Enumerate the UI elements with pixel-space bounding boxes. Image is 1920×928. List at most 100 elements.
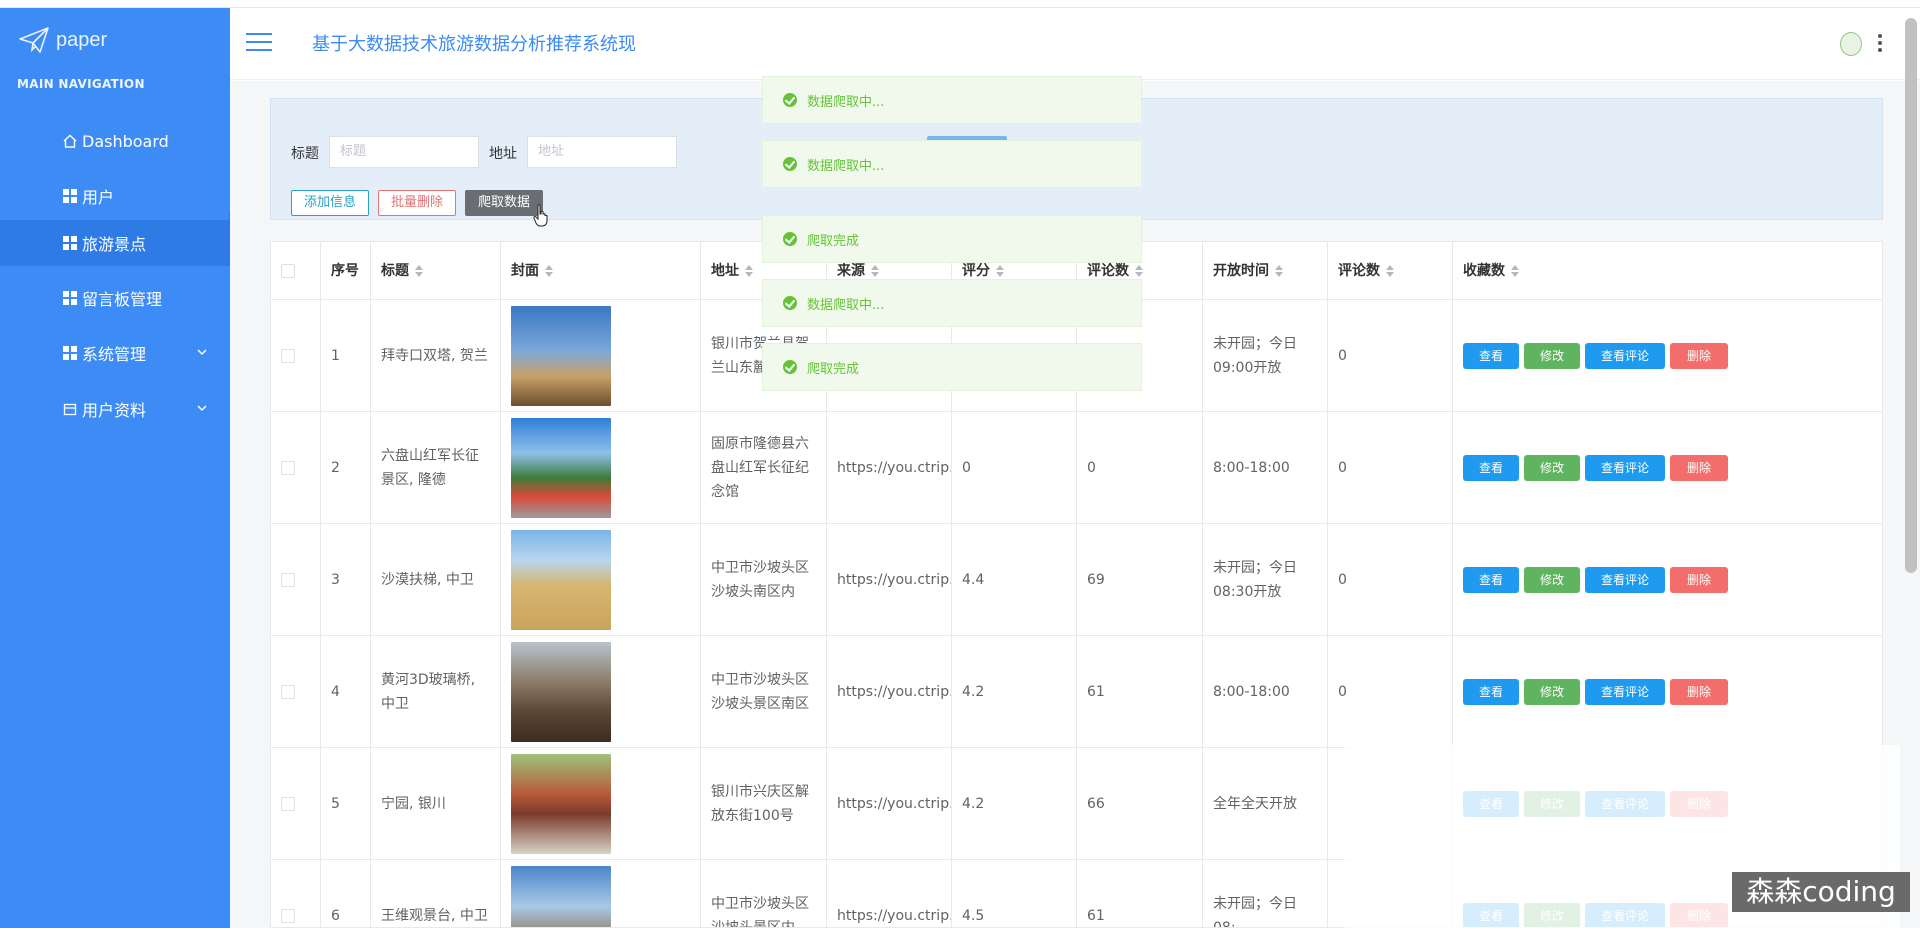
- chevron-down-icon: [197, 349, 207, 356]
- avatar[interactable]: [1840, 32, 1862, 56]
- cell-source: https://you.ctrip.com/sight/1184/1714930…: [827, 524, 952, 636]
- cover-image[interactable]: [511, 865, 611, 927]
- cell-value: 0: [1338, 459, 1347, 476]
- select-all-checkbox[interactable]: [281, 263, 295, 278]
- header-label: 封面: [511, 262, 539, 279]
- sidebar-item-message-board[interactable]: 留言板管理: [0, 275, 230, 321]
- top-border: [0, 0, 1920, 8]
- cell-open-time: 8:00-18:00: [1203, 636, 1328, 748]
- cover-image[interactable]: [511, 529, 611, 630]
- address-search-input[interactable]: 地址: [527, 136, 677, 168]
- cell-value: 中卫市沙坡头区沙坡头景区南区: [711, 671, 809, 712]
- edit-button[interactable]: 修改: [1524, 454, 1580, 481]
- cover-image[interactable]: [511, 753, 611, 854]
- cell-rating: 4.5: [952, 860, 1077, 927]
- cell-index: 4: [321, 636, 371, 748]
- cell-rating: 4.2: [952, 636, 1077, 748]
- row-checkbox[interactable]: [281, 460, 295, 475]
- row-checkbox[interactable]: [281, 572, 295, 587]
- cell-open-time: 未开园；今日08:: [1203, 860, 1328, 927]
- actions-cell: 查看修改查看评论删除: [1453, 636, 1882, 748]
- sidebar-item-attractions[interactable]: 旅游景点: [0, 220, 230, 266]
- cell-value: 宁园, 银川: [381, 795, 446, 812]
- sort-icon[interactable]: [1386, 264, 1394, 277]
- cover-cell: [501, 300, 701, 412]
- view-comments-button[interactable]: 查看评论: [1585, 678, 1665, 705]
- edit-button[interactable]: 修改: [1524, 678, 1580, 705]
- cover-cell: [501, 860, 701, 927]
- row-checkbox[interactable]: [281, 796, 295, 811]
- more-options-icon[interactable]: [1877, 34, 1883, 52]
- edit-button[interactable]: 修改: [1524, 342, 1580, 369]
- cell-index: 1: [321, 300, 371, 412]
- cell-value: https://you.ctrip.com/sight/1184/1714930…: [837, 571, 951, 588]
- header-cover[interactable]: 封面: [501, 242, 701, 300]
- row-actions: 查看修改查看评论删除: [1463, 566, 1728, 593]
- row-checkbox[interactable]: [281, 348, 295, 363]
- edit-button[interactable]: 修改: [1524, 566, 1580, 593]
- grid-icon: [63, 346, 77, 360]
- sort-icon[interactable]: [545, 264, 553, 277]
- sidebar-item-dashboard[interactable]: Dashboard: [0, 118, 230, 164]
- cell-value: 六盘山红军长征景区, 隆德: [381, 447, 479, 488]
- cell-index: 2: [321, 412, 371, 524]
- grid-icon: [63, 189, 77, 203]
- delete-button[interactable]: 删除: [1670, 342, 1728, 369]
- vertical-scrollbar[interactable]: [1905, 18, 1917, 573]
- header-open-time[interactable]: 开放时间: [1203, 242, 1328, 300]
- cell-value: 2: [331, 459, 340, 476]
- sort-icon[interactable]: [871, 264, 879, 277]
- view-comments-button[interactable]: 查看评论: [1585, 342, 1665, 369]
- toast-text: 数据爬取中...: [807, 297, 885, 313]
- cell-comments: 66: [1077, 748, 1203, 860]
- row-checkbox[interactable]: [281, 908, 295, 923]
- cell-value: 0: [1338, 683, 1347, 700]
- add-info-button[interactable]: 添加信息: [291, 190, 369, 216]
- view-comments-button[interactable]: 查看评论: [1585, 454, 1665, 481]
- sort-icon[interactable]: [415, 264, 423, 277]
- batch-delete-button[interactable]: 批量删除: [378, 190, 456, 216]
- view-comments-button[interactable]: 查看评论: [1585, 566, 1665, 593]
- header-reviews[interactable]: 评论数: [1328, 242, 1453, 300]
- view-button[interactable]: 查看: [1463, 454, 1519, 481]
- sidebar-item-system[interactable]: 系统管理: [0, 330, 230, 376]
- app-window: paper MAIN NAVIGATION Dashboard 用户 旅游景点 …: [0, 0, 1920, 928]
- sidebar-item-profile[interactable]: 用户资料: [0, 386, 230, 432]
- sidebar-item-users[interactable]: 用户: [0, 173, 230, 219]
- sort-icon[interactable]: [996, 264, 1004, 277]
- cell-reviews: 0: [1328, 524, 1453, 636]
- view-button[interactable]: 查看: [1463, 678, 1519, 705]
- sort-icon[interactable]: [1275, 264, 1283, 277]
- delete-button[interactable]: 删除: [1670, 566, 1728, 593]
- delete-button[interactable]: 删除: [1670, 678, 1728, 705]
- header-label: 开放时间: [1213, 262, 1269, 279]
- view-button[interactable]: 查看: [1463, 566, 1519, 593]
- title-search-input[interactable]: 标题: [329, 136, 479, 168]
- cell-comments: 0: [1077, 412, 1203, 524]
- cell-value: 王维观景台, 中卫: [381, 907, 488, 924]
- hand-cursor-icon: [533, 204, 548, 227]
- view-button[interactable]: 查看: [1463, 342, 1519, 369]
- cell-title: 六盘山红军长征景区, 隆德: [371, 412, 501, 524]
- cover-image[interactable]: [511, 641, 611, 742]
- delete-button[interactable]: 删除: [1670, 454, 1728, 481]
- cover-image[interactable]: [511, 305, 611, 406]
- header-title[interactable]: 标题: [371, 242, 501, 300]
- header-favorites[interactable]: 收藏数: [1453, 242, 1882, 300]
- cover-image[interactable]: [511, 417, 611, 518]
- toast-text: 数据爬取中...: [807, 94, 885, 110]
- cell-value: 中卫市沙坡头区沙坡头南区内: [711, 559, 809, 600]
- success-check-icon: [783, 232, 797, 246]
- row-checkbox[interactable]: [281, 684, 295, 699]
- sort-icon[interactable]: [1511, 264, 1519, 277]
- toast-text: 数据爬取中...: [807, 158, 885, 174]
- paper-plane-icon: [19, 27, 49, 53]
- cell-value: 69: [1087, 571, 1105, 588]
- sort-icon[interactable]: [1135, 264, 1143, 277]
- menu-toggle-icon[interactable]: [246, 33, 272, 53]
- sort-icon[interactable]: [745, 264, 753, 277]
- logo[interactable]: paper: [18, 26, 107, 54]
- cell-value: 61: [1087, 907, 1105, 924]
- crawl-data-button[interactable]: 爬取数据: [465, 190, 543, 216]
- cell-value: https://you.ctrip.com/sight/1184/2497473…: [837, 683, 951, 700]
